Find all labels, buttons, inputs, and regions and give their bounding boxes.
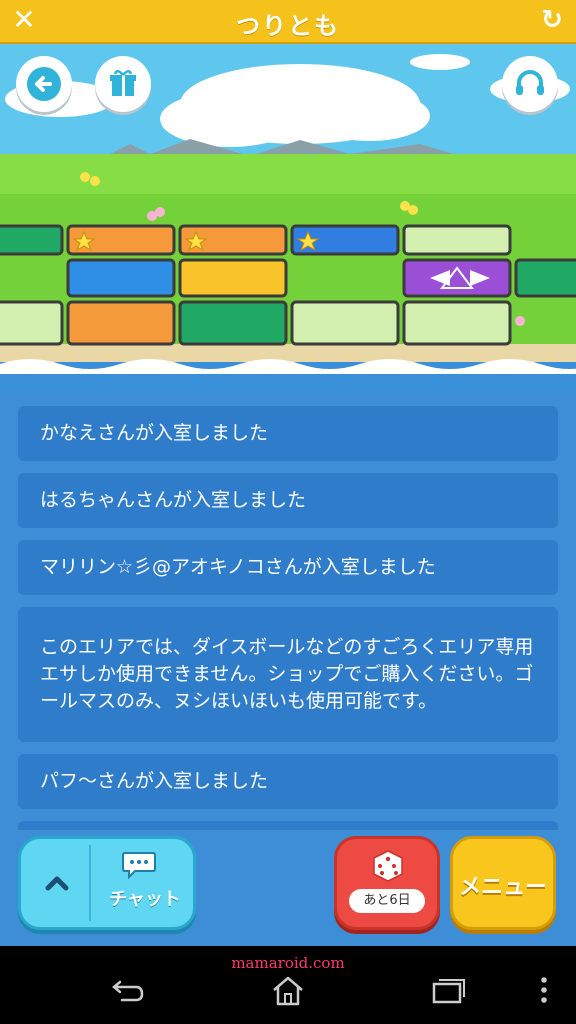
dice-button[interactable]: あと6日 [334,836,440,930]
chat-label: チャット [109,889,181,910]
back-arrow-icon [27,67,61,101]
divider [89,845,91,921]
dice-remaining-label: あと6日 [349,889,425,913]
chat-bubble-icon [122,852,156,879]
chat-log[interactable]: かなえさんが入室しました はるちゃんさんが入室しました マリリン☆彡@アオキノコ… [18,406,558,830]
chat-message-text: パフ～さんが入室しました [40,770,269,792]
watermark: mamaroid.com [231,954,345,972]
chat-message-text: マリリン☆彡@アオキノコさんが入室しました [40,556,436,578]
menu-label: メニュー [458,875,547,900]
chat-message: マリリン☆彡@アオキノコさんが入室しました [18,540,558,595]
nav-more-icon[interactable] [526,972,562,1008]
dice-icon [373,850,403,882]
nav-recents-icon[interactable] [428,972,468,1008]
chat-message-partial [18,821,558,830]
nav-home-icon[interactable] [268,972,308,1008]
menu-button[interactable]: メニュー [450,836,556,930]
app-title: つりとも [236,12,340,40]
chat-message: かなえさんが入室しました [18,406,558,461]
system-nav-bar: mamaroid.com [0,946,576,1024]
nav-back-icon[interactable] [108,972,148,1008]
chat-message: このエリアでは、ダイスボールなどのすごろくエリア専用エサしか使用できません。ショ… [18,607,558,742]
chat-message-text: かなえさんが入室しました [40,422,269,444]
back-button[interactable] [16,56,72,112]
reload-icon[interactable]: ↻ [538,6,566,34]
gift-button[interactable] [95,56,151,112]
title-bar: ✕ つりとも ↻ [0,0,576,44]
chat-toggle-button[interactable]: チャット [18,836,196,930]
chat-message: はるちゃんさんが入室しました [18,473,558,528]
chevron-up-icon[interactable] [41,867,73,899]
sugoroku-board [0,44,576,394]
gift-icon [110,70,136,96]
headset-icon [516,70,544,95]
chat-message-text: はるちゃんさんが入室しました [40,489,307,511]
support-button[interactable] [502,56,558,112]
chat-message: パフ～さんが入室しました [18,754,558,809]
chat-message-text: このエリアでは、ダイスボールなどのすごろくエリア専用エサしか使用できません。ショ… [40,636,534,712]
